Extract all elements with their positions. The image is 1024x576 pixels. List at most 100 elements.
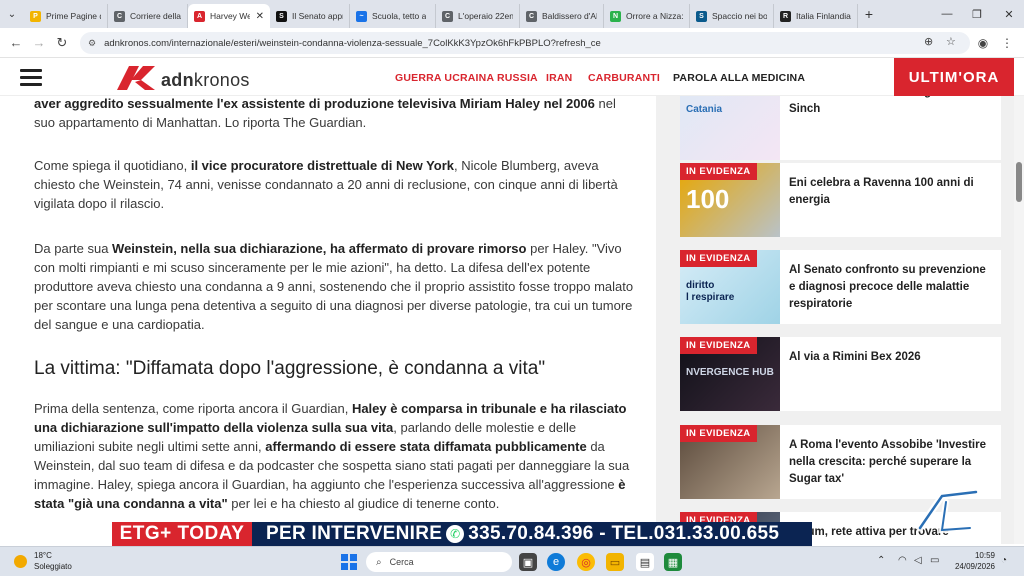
tab-0[interactable]: P Prime Pagine di xyxy=(24,4,108,28)
tab-title: Il Senato appro xyxy=(292,11,343,21)
article-paragraph-0: aver aggredito sessualmente l'ex assiste… xyxy=(34,96,634,132)
tab-1[interactable]: C Corriere della S xyxy=(108,4,188,28)
tab-favicon-icon: S xyxy=(276,10,287,22)
scrollbar-thumb[interactable] xyxy=(1016,162,1022,202)
minimize-icon: — xyxy=(941,8,953,20)
battery-icon[interactable]: ▭ xyxy=(930,555,939,566)
close-window-button[interactable]: ✕ xyxy=(994,0,1024,28)
weather-widget[interactable]: 18°C Soleggiato xyxy=(34,550,72,572)
notepad-icon[interactable]: ▤ xyxy=(636,553,654,571)
zoom-icon[interactable]: ⊕ xyxy=(924,35,933,48)
chrome-icon[interactable]: ◎ xyxy=(577,553,595,571)
edge-icon[interactable]: e xyxy=(547,553,565,571)
start-button[interactable] xyxy=(341,554,357,570)
nav-menu-item-1[interactable]: IRAN xyxy=(546,72,572,84)
forward-button[interactable]: → xyxy=(27,28,51,58)
adnkronos-logo-mark[interactable] xyxy=(117,66,157,90)
evidenza-card[interactable]: NVERGENCE HUB IN EVIDENZA Al via a Rimini … xyxy=(680,337,1001,411)
profile-icon[interactable]: ◉ xyxy=(972,29,994,57)
tray-chevron-up-icon[interactable]: ⌃ xyxy=(877,555,885,566)
new-tab-button[interactable]: + xyxy=(858,0,880,28)
tab-3[interactable]: S Il Senato appro xyxy=(270,4,350,28)
menu-kebab-icon[interactable]: ⋮ xyxy=(996,29,1018,57)
file-explorer-icon[interactable]: ▭ xyxy=(606,553,624,571)
ticker-label: ETG+ TODAY xyxy=(112,522,252,546)
card-thumbnail[interactable]: Catania xyxy=(680,96,780,160)
page-scrollbar[interactable] xyxy=(1014,96,1024,544)
bold-text: aver aggredito sessualmente l'ex assiste… xyxy=(34,96,595,111)
tab-6[interactable]: C Baldissero d'Alb xyxy=(520,4,604,28)
volume-icon[interactable]: ◁ xyxy=(914,555,922,566)
tab-title: Orrore a Nizza: xyxy=(626,11,683,21)
card-title[interactable]: Al via a Rimini Bex 2026 xyxy=(789,349,995,366)
tab-favicon-icon: A xyxy=(194,10,205,22)
tab-2[interactable]: A Harvey Wei ✕ xyxy=(188,4,270,28)
tab-title: Prime Pagine di xyxy=(46,11,101,21)
minimize-button[interactable]: — xyxy=(932,0,962,28)
paragraph-text: Come spiega il quotidiano, xyxy=(34,158,191,173)
tab-9[interactable]: R Italia Finlandia, xyxy=(774,4,858,28)
thumb-caption: NVERGENCE HUB xyxy=(686,367,774,378)
tab-search-button[interactable]: ⌄ xyxy=(0,0,24,28)
ticker-message: PER INTERVENIRE ✆ 335.70.84.396 - TEL.03… xyxy=(252,522,812,546)
article-paragraph-3: Prima della sentenza, come riporta ancor… xyxy=(34,399,634,513)
card-title[interactable]: Eni celebra a Ravenna 100 anni di energi… xyxy=(789,175,995,209)
adnkronos-logo-text[interactable]: adnkronos xyxy=(161,70,250,91)
clock-date: 24/09/2026 xyxy=(954,562,995,571)
restore-button[interactable]: ❐ xyxy=(962,0,992,28)
card-title[interactable]: A Catania il 75esimo congresso Sinch xyxy=(789,96,995,118)
card-title[interactable]: A Roma l'evento Assobibe 'Investire nell… xyxy=(789,437,995,488)
paragraph-text: Da parte sua xyxy=(34,241,113,256)
bookmark-star-icon[interactable]: ☆ xyxy=(946,35,956,48)
tab-8[interactable]: S Spaccio nei bo xyxy=(690,4,774,28)
tab-close-icon[interactable]: ✕ xyxy=(256,11,264,22)
logo-text-rest: kronos xyxy=(193,70,250,90)
taskbar-clock[interactable]: 10:59 24/09/2026 xyxy=(953,550,995,572)
bold-text: affermando di essere stata diffamata pub… xyxy=(265,439,587,454)
ultim-ora-button[interactable]: ULTIM'ORA xyxy=(894,58,1014,96)
article-paragraph-2: Da parte sua Weinstein, nella sua dichia… xyxy=(34,239,634,334)
hamburger-menu-icon[interactable] xyxy=(20,69,42,86)
tab-favicon-icon: R xyxy=(780,10,791,22)
url-input[interactable]: ⚙ adnkronos.com/internazionale/esteri/we… xyxy=(80,32,970,54)
address-bar-row: ← → ↻ ⚙ adnkronos.com/internazionale/est… xyxy=(0,28,1024,58)
notification-bell-icon[interactable]: ◔ xyxy=(1001,555,1007,566)
sun-icon[interactable] xyxy=(14,555,27,568)
taskbar-search-input[interactable]: ⌕ Cerca xyxy=(366,552,512,572)
search-icon: ⌕ xyxy=(376,556,382,568)
tab-5[interactable]: C L'operaio 22enn xyxy=(436,4,520,28)
nav-menu-item-2[interactable]: CARBURANTI xyxy=(588,72,660,84)
tab-favicon-icon: C xyxy=(114,10,125,22)
spreadsheet-icon[interactable]: ▦ xyxy=(664,553,682,571)
sidebar-in-evidenza: Catania A Catania il 75esimo congresso Si… xyxy=(656,96,1014,544)
tab-4[interactable]: ~ Scuola, tetto a xyxy=(350,4,436,28)
article-subheading: La vittima: "Diffamata dopo l'aggression… xyxy=(34,358,546,379)
tab-title: Italia Finlandia, xyxy=(796,11,851,21)
logo-text-bold: adn xyxy=(161,70,194,90)
nav-menu-item-0[interactable]: GUERRA UCRAINA RUSSIA xyxy=(395,72,538,84)
nav-menu-item-3[interactable]: PAROLA ALLA MEDICINA xyxy=(673,72,805,84)
task-view-icon[interactable]: ▣ xyxy=(519,553,537,571)
wifi-icon[interactable]: ◠ xyxy=(898,555,907,566)
clock-time: 10:59 xyxy=(974,551,995,560)
in-evidenza-badge: IN EVIDENZA xyxy=(680,425,757,442)
tab-7[interactable]: N Orrore a Nizza: xyxy=(604,4,690,28)
site-info-icon[interactable]: ⚙ xyxy=(88,38,96,49)
search-placeholder: Cerca xyxy=(389,557,414,567)
whatsapp-icon: ✆ xyxy=(446,525,465,543)
back-button[interactable]: ← xyxy=(4,28,28,58)
tab-title: Baldissero d'Alb xyxy=(542,11,597,21)
reload-button[interactable]: ↻ xyxy=(50,28,74,58)
card-title[interactable]: Al Senato confronto su prevenzione e dia… xyxy=(789,262,995,313)
windows-taskbar: 18°C Soleggiato ⌕ Cerca ▣ e ◎ ▭ ▤ ▦ ⌃ ◠ ◁ … xyxy=(0,546,1024,576)
close-icon: ✕ xyxy=(1004,8,1014,21)
weather-temp: 18°C xyxy=(34,551,52,560)
back-arrow-icon: ← xyxy=(9,35,23,50)
evidenza-card[interactable]: diritto l respirare IN EVIDENZA Al Senato … xyxy=(680,250,1001,324)
tab-title: Corriere della S xyxy=(130,11,181,21)
article-paragraph-1: Come spiega il quotidiano, il vice procu… xyxy=(34,156,634,213)
evidenza-card[interactable]: 100 IN EVIDENZA Eni celebra a Ravenna 100 … xyxy=(680,163,1001,237)
evidenza-card[interactable]: Catania A Catania il 75esimo congresso Si… xyxy=(680,96,1001,160)
ticker-text: PER INTERVENIRE xyxy=(266,523,443,544)
tab-favicon-icon: S xyxy=(696,10,707,22)
